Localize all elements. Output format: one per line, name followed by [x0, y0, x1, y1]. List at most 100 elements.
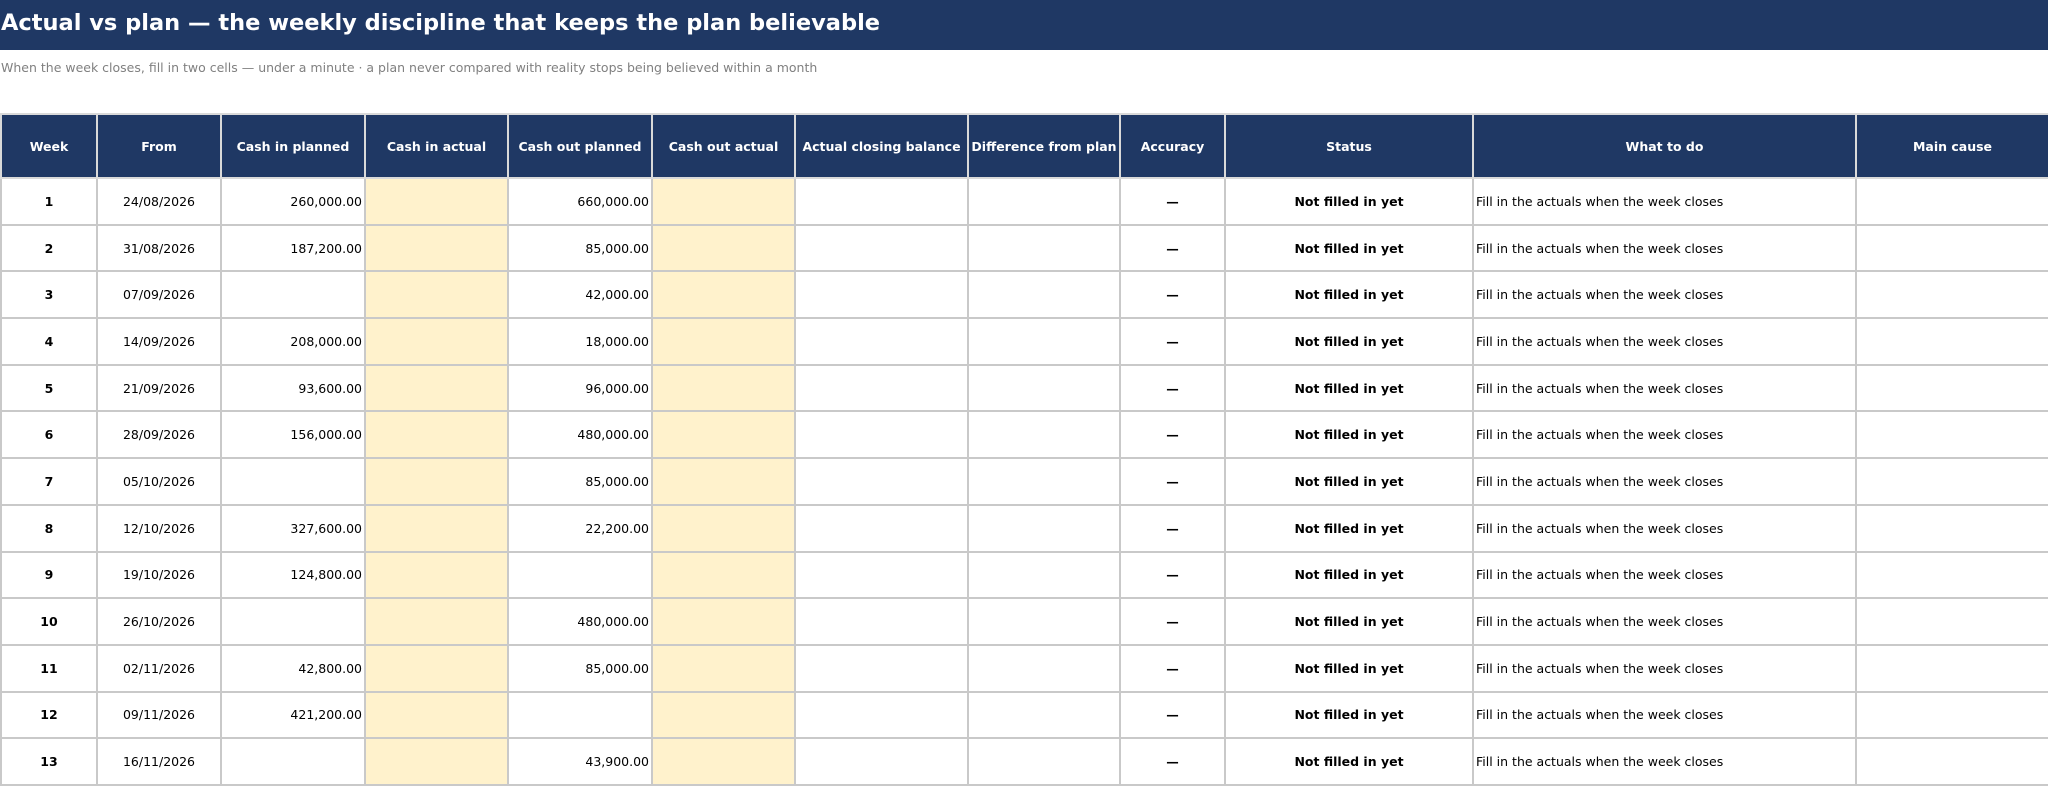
cash-in-planned-cell[interactable]: 260,000.00 [220, 177, 366, 226]
cash-in-planned-cell[interactable] [220, 737, 366, 786]
cash-out-planned-cell[interactable]: 43,900.00 [507, 737, 653, 786]
column-header-status[interactable]: Status [1224, 113, 1474, 179]
cash-out-planned-cell[interactable]: 85,000.00 [507, 223, 653, 273]
cash-out-planned-cell[interactable]: 480,000.00 [507, 597, 653, 646]
main-cause-cell[interactable] [1855, 503, 2048, 553]
status-cell[interactable]: Not filled in yet [1224, 270, 1474, 320]
difference-from-plan-cell[interactable] [967, 457, 1121, 506]
cash-out-planned-cell[interactable]: 42,000.00 [507, 270, 653, 320]
from-date-cell[interactable]: 12/10/2026 [96, 503, 222, 553]
status-cell[interactable]: Not filled in yet [1224, 643, 1474, 693]
status-cell[interactable]: Not filled in yet [1224, 503, 1474, 553]
week-cell[interactable]: 12 [0, 690, 98, 740]
cash-out-actual-input[interactable] [651, 223, 796, 273]
cash-out-planned-cell[interactable]: 660,000.00 [507, 177, 653, 226]
cash-out-planned-cell[interactable]: 18,000.00 [507, 317, 653, 366]
cash-in-actual-input[interactable] [364, 270, 509, 320]
week-cell[interactable]: 13 [0, 737, 98, 786]
from-date-cell[interactable]: 02/11/2026 [96, 643, 222, 693]
accuracy-cell[interactable]: — [1119, 270, 1226, 320]
cash-in-actual-input[interactable] [364, 457, 509, 506]
difference-from-plan-cell[interactable] [967, 177, 1121, 226]
status-cell[interactable]: Not filled in yet [1224, 317, 1474, 366]
cash-in-planned-cell[interactable] [220, 597, 366, 646]
cash-in-actual-input[interactable] [364, 223, 509, 273]
difference-from-plan-cell[interactable] [967, 317, 1121, 366]
main-cause-cell[interactable] [1855, 737, 2048, 786]
main-cause-cell[interactable] [1855, 223, 2048, 273]
main-cause-cell[interactable] [1855, 317, 2048, 366]
from-date-cell[interactable]: 09/11/2026 [96, 690, 222, 740]
main-cause-cell[interactable] [1855, 457, 2048, 506]
column-header-cash-out-planned[interactable]: Cash out planned [507, 113, 653, 179]
cash-in-actual-input[interactable] [364, 363, 509, 413]
what-to-do-cell[interactable]: Fill in the actuals when the week closes [1472, 643, 1857, 693]
week-cell[interactable]: 2 [0, 223, 98, 273]
accuracy-cell[interactable]: — [1119, 317, 1226, 366]
cash-out-actual-input[interactable] [651, 643, 796, 693]
cash-in-planned-cell[interactable] [220, 457, 366, 506]
from-date-cell[interactable]: 21/09/2026 [96, 363, 222, 413]
cash-in-actual-input[interactable] [364, 410, 509, 460]
week-cell[interactable]: 5 [0, 363, 98, 413]
difference-from-plan-cell[interactable] [967, 643, 1121, 693]
actual-closing-balance-cell[interactable] [794, 597, 969, 646]
accuracy-cell[interactable]: — [1119, 457, 1226, 506]
from-date-cell[interactable]: 05/10/2026 [96, 457, 222, 506]
what-to-do-cell[interactable]: Fill in the actuals when the week closes [1472, 270, 1857, 320]
difference-from-plan-cell[interactable] [967, 410, 1121, 460]
main-cause-cell[interactable] [1855, 643, 2048, 693]
cash-out-actual-input[interactable] [651, 737, 796, 786]
from-date-cell[interactable]: 14/09/2026 [96, 317, 222, 366]
actual-closing-balance-cell[interactable] [794, 737, 969, 786]
week-cell[interactable]: 8 [0, 503, 98, 553]
status-cell[interactable]: Not filled in yet [1224, 737, 1474, 786]
cash-in-planned-cell[interactable]: 187,200.00 [220, 223, 366, 273]
cash-out-planned-cell[interactable] [507, 550, 653, 600]
main-cause-cell[interactable] [1855, 270, 2048, 320]
what-to-do-cell[interactable]: Fill in the actuals when the week closes [1472, 363, 1857, 413]
difference-from-plan-cell[interactable] [967, 690, 1121, 740]
accuracy-cell[interactable]: — [1119, 550, 1226, 600]
from-date-cell[interactable]: 07/09/2026 [96, 270, 222, 320]
actual-closing-balance-cell[interactable] [794, 270, 969, 320]
what-to-do-cell[interactable]: Fill in the actuals when the week closes [1472, 597, 1857, 646]
accuracy-cell[interactable]: — [1119, 503, 1226, 553]
difference-from-plan-cell[interactable] [967, 550, 1121, 600]
actual-closing-balance-cell[interactable] [794, 317, 969, 366]
week-cell[interactable]: 9 [0, 550, 98, 600]
status-cell[interactable]: Not filled in yet [1224, 597, 1474, 646]
what-to-do-cell[interactable]: Fill in the actuals when the week closes [1472, 550, 1857, 600]
actual-closing-balance-cell[interactable] [794, 363, 969, 413]
actual-closing-balance-cell[interactable] [794, 550, 969, 600]
column-header-cash-out-actual[interactable]: Cash out actual [651, 113, 796, 179]
column-header-difference-from-plan[interactable]: Difference from plan [967, 113, 1121, 179]
cash-in-planned-cell[interactable] [220, 270, 366, 320]
difference-from-plan-cell[interactable] [967, 503, 1121, 553]
column-header-actual-closing-balance[interactable]: Actual closing balance [794, 113, 969, 179]
accuracy-cell[interactable]: — [1119, 410, 1226, 460]
status-cell[interactable]: Not filled in yet [1224, 690, 1474, 740]
cash-out-actual-input[interactable] [651, 410, 796, 460]
what-to-do-cell[interactable]: Fill in the actuals when the week closes [1472, 410, 1857, 460]
status-cell[interactable]: Not filled in yet [1224, 177, 1474, 226]
from-date-cell[interactable]: 24/08/2026 [96, 177, 222, 226]
column-header-main-cause[interactable]: Main cause [1855, 113, 2048, 179]
cash-out-planned-cell[interactable]: 96,000.00 [507, 363, 653, 413]
status-cell[interactable]: Not filled in yet [1224, 363, 1474, 413]
cash-out-actual-input[interactable] [651, 550, 796, 600]
main-cause-cell[interactable] [1855, 363, 2048, 413]
cash-in-planned-cell[interactable]: 42,800.00 [220, 643, 366, 693]
status-cell[interactable]: Not filled in yet [1224, 550, 1474, 600]
cash-out-planned-cell[interactable]: 85,000.00 [507, 457, 653, 506]
cash-out-actual-input[interactable] [651, 457, 796, 506]
cash-in-actual-input[interactable] [364, 643, 509, 693]
cash-out-actual-input[interactable] [651, 363, 796, 413]
week-cell[interactable]: 1 [0, 177, 98, 226]
what-to-do-cell[interactable]: Fill in the actuals when the week closes [1472, 317, 1857, 366]
column-header-from[interactable]: From [96, 113, 222, 179]
column-header-cash-in-planned[interactable]: Cash in planned [220, 113, 366, 179]
cash-out-planned-cell[interactable]: 22,200.00 [507, 503, 653, 553]
cash-out-actual-input[interactable] [651, 503, 796, 553]
status-cell[interactable]: Not filled in yet [1224, 223, 1474, 273]
